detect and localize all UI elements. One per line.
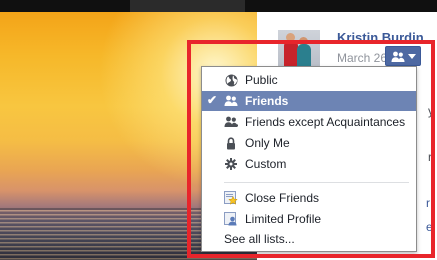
audience-selector-button[interactable] [385,46,421,66]
menu-item-label: Friends except Acquaintances [245,115,406,129]
globe-icon [224,73,238,87]
post-text-fragment: r [428,150,432,164]
menu-item-friends[interactable]: ✔ Friends [202,91,416,111]
menu-item-label: Custom [245,157,287,171]
menu-item-close-friends[interactable]: Close Friends [202,188,416,208]
menu-item-label: Friends [245,94,289,108]
menu-item-label: Close Friends [245,191,320,205]
limited-profile-icon [224,212,238,226]
top-bar [0,0,437,12]
lock-icon [224,136,238,150]
gear-icon [224,157,238,171]
menu-item-label: Public [245,73,278,87]
menu-item-friends-except-acquaintances[interactable]: Friends except Acquaintances [202,112,416,132]
menu-item-custom[interactable]: Custom [202,154,416,174]
menu-item-public[interactable]: Public [202,70,416,90]
post-text-fragment: y [428,104,434,118]
post-author-name[interactable]: Kristin Burdin [337,30,424,45]
menu-item-limited-profile[interactable]: Limited Profile [202,209,416,229]
star-list-icon [224,191,238,205]
friends-icon [224,94,238,108]
see-all-lists-link[interactable]: See all lists... [224,232,295,246]
menu-item-label: Limited Profile [245,212,322,226]
post-link-fragment[interactable]: e [426,220,433,234]
checkmark-icon: ✔ [207,93,218,107]
menu-divider [224,182,409,183]
menu-item-label: Only Me [245,136,290,150]
post-date[interactable]: March 26 [337,51,387,65]
post-link-fragment[interactable]: r [426,196,430,210]
friends-except-icon [224,115,238,129]
chevron-down-icon [408,54,416,59]
audience-menu: Public ✔ Friends Friends except Acquaint… [201,66,417,252]
top-bar-strip [130,0,245,12]
menu-item-only-me[interactable]: Only Me [202,133,416,153]
